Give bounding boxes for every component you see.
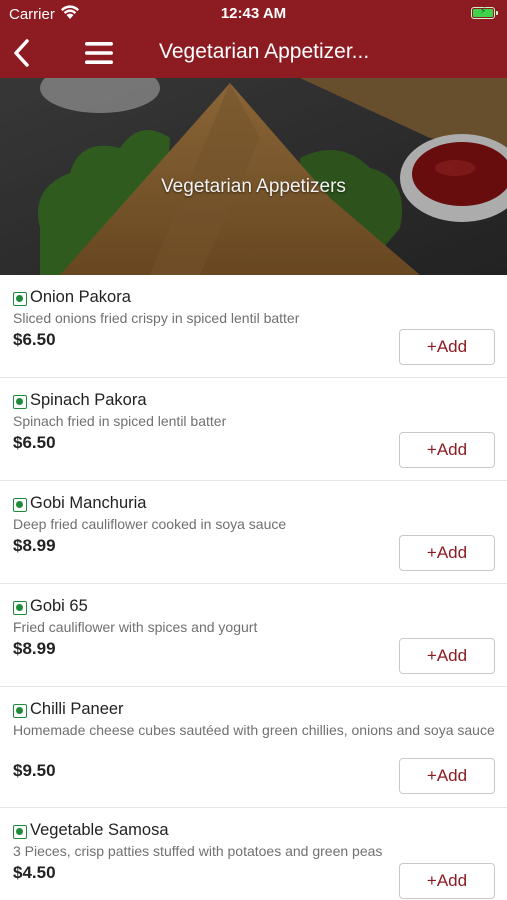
item-description: 3 Pieces, crisp patties stuffed with pot… (13, 843, 383, 859)
item-description: Sliced onions fried crispy in spiced len… (13, 310, 300, 326)
category-banner-image: Vegetarian Appetizers (0, 78, 507, 275)
item-name: Chilli Paneer (30, 700, 124, 718)
veg-indicator-icon (13, 498, 27, 512)
veg-indicator-icon (13, 704, 27, 718)
item-price: $8.99 (13, 536, 56, 555)
veg-indicator-icon (13, 292, 27, 306)
item-name: Gobi 65 (30, 597, 88, 615)
status-bar: Carrier 12:43 AM ⚡ (0, 0, 507, 28)
add-button[interactable]: +Add (399, 432, 495, 468)
item-description: Homemade cheese cubes sautéed with green… (13, 722, 495, 738)
menu-item: Vegetable Samosa 3 Pieces, crisp patties… (0, 808, 507, 900)
back-icon[interactable] (8, 36, 38, 70)
item-name: Vegetable Samosa (30, 821, 169, 839)
veg-indicator-icon (13, 825, 27, 839)
header: Carrier 12:43 AM ⚡ Vegetarian Appetizer.… (0, 0, 507, 78)
veg-indicator-icon (13, 395, 27, 409)
add-button[interactable]: +Add (399, 638, 495, 674)
item-name: Onion Pakora (30, 288, 131, 306)
item-description: Deep fried cauliflower cooked in soya sa… (13, 516, 287, 532)
add-button[interactable]: +Add (399, 535, 495, 571)
nav-bar: Vegetarian Appetizer... (0, 28, 507, 78)
item-name: Gobi Manchuria (30, 494, 147, 512)
veg-indicator-icon (13, 601, 27, 615)
app-screen: Carrier 12:43 AM ⚡ Vegetarian Appetizer.… (0, 0, 507, 900)
item-price: $6.50 (13, 330, 56, 349)
menu-item: Gobi 65 Fried cauliflower with spices an… (0, 584, 507, 687)
item-price: $9.50 (13, 761, 56, 780)
item-price: $6.50 (13, 433, 56, 452)
item-description: Fried cauliflower with spices and yogurt (13, 619, 258, 635)
item-price: $4.50 (13, 863, 56, 882)
menu-item: Spinach Pakora Spinach fried in spiced l… (0, 378, 507, 481)
banner-title: Vegetarian Appetizers (161, 176, 346, 197)
item-price: $8.99 (13, 639, 56, 658)
page-title: Vegetarian Appetizer... (159, 40, 370, 63)
hamburger-menu-icon[interactable] (84, 40, 114, 66)
menu-item: Onion Pakora Sliced onions fried crispy … (0, 275, 507, 378)
menu-item-list: Onion Pakora Sliced onions fried crispy … (0, 275, 507, 900)
item-name: Spinach Pakora (30, 391, 147, 409)
add-button[interactable]: +Add (399, 329, 495, 365)
menu-item: Chilli Paneer Homemade cheese cubes saut… (0, 687, 507, 808)
add-button[interactable]: +Add (399, 863, 495, 899)
item-description: Spinach fried in spiced lentil batter (13, 413, 227, 429)
add-button[interactable]: +Add (399, 758, 495, 794)
battery-icon: ⚡ (471, 6, 498, 19)
status-time: 12:43 AM (220, 5, 287, 22)
menu-item: Gobi Manchuria Deep fried cauliflower co… (0, 481, 507, 584)
